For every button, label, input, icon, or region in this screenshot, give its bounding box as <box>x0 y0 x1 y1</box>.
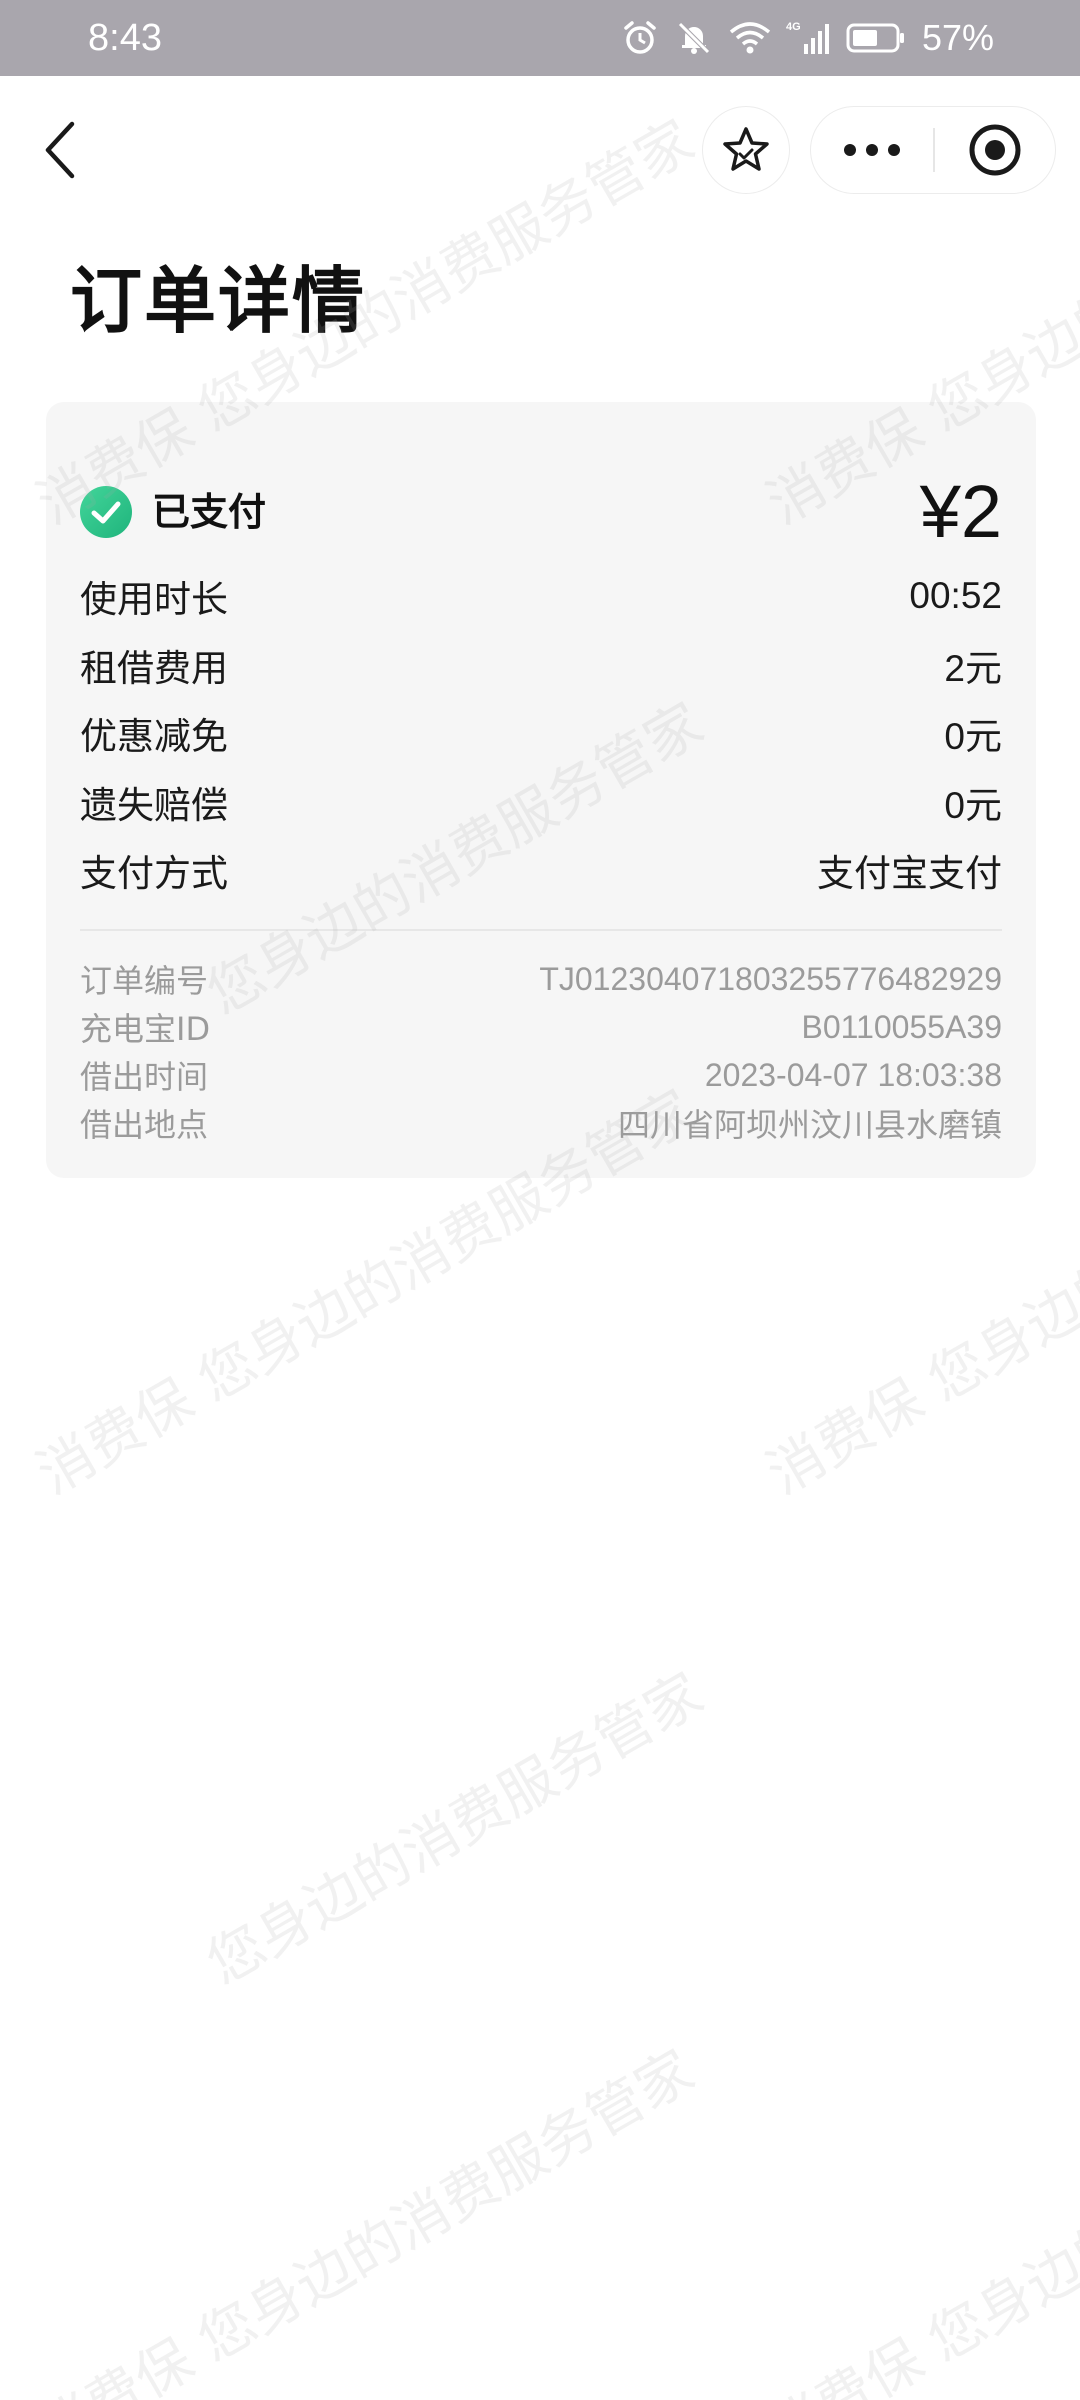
order-detail-list: 使用时长 00:52 租借费用 2元 优惠减免 0元 遗失赔偿 0元 支付方式 … <box>80 562 1002 905</box>
meta-label: 借出时间 <box>80 1058 209 1096</box>
cellular-signal-icon: 4G <box>786 18 832 58</box>
battery-percent: 57% <box>921 17 994 58</box>
meta-row-order-number: 订单编号 TJ01230407180325577648292​9 <box>80 955 1002 1003</box>
battery-icon <box>846 18 906 58</box>
detail-row-rental-fee: 租借费用 2元 <box>80 631 1002 700</box>
order-card: 已支付 ¥2 使用时长 00:52 租借费用 2元 优惠减免 0元 遗失赔偿 0… <box>46 402 1036 1178</box>
more-dots-icon <box>844 144 900 156</box>
payment-status-label: 已支付 <box>152 490 267 534</box>
nav-bar <box>0 76 1080 224</box>
order-meta-list: 订单编号 TJ01230407180325577648292​9 充电宝ID B… <box>80 955 1002 1147</box>
detail-label: 遗失赔偿 <box>80 783 228 827</box>
star-icon <box>723 127 769 171</box>
payment-status-row: 已支付 ¥2 <box>80 462 1002 562</box>
meta-row-rent-location: 借出地点 四川省阿坝州汶川县水磨镇 <box>80 1099 1002 1147</box>
favorite-button[interactable] <box>702 106 790 194</box>
status-time: 8:43 <box>88 17 162 59</box>
check-circle-icon <box>80 486 132 538</box>
detail-value: 2元 <box>944 647 1002 689</box>
mute-bell-icon <box>674 18 714 58</box>
powerbank-id-value: B0110055A39 <box>801 1008 1002 1045</box>
watermark-text: 您身边的消费服务管家 <box>196 1661 714 1998</box>
target-circle-icon <box>969 124 1021 176</box>
network-label: 4G <box>786 21 801 33</box>
detail-row-payment-method: 支付方式 支付宝支付 <box>80 836 1002 905</box>
card-divider <box>80 929 1002 931</box>
back-chevron-icon <box>45 121 75 179</box>
watermark-text: 消费保 您身边的消费服务管家 <box>26 2038 705 2400</box>
screen: 8:43 4G 57% 订单详情 已支付 ¥2 使用时长 00:52 租借费用 … <box>0 0 1080 2400</box>
meta-row-rent-time: 借出时间 2023-04-07 18:03:38 <box>80 1051 1002 1099</box>
more-button[interactable] <box>811 107 933 193</box>
rent-time-value: 2023-04-07 18:03:38 <box>704 1056 1002 1093</box>
status-bar: 8:43 4G 57% <box>0 0 1080 76</box>
close-mini-program-button[interactable] <box>935 107 1055 193</box>
detail-row-loss-compensation: 遗失赔偿 0元 <box>80 768 1002 837</box>
detail-value: 支付宝支付 <box>817 853 1002 895</box>
detail-row-discount: 优惠减免 0元 <box>80 699 1002 768</box>
alarm-icon <box>620 18 660 58</box>
detail-label: 使用时长 <box>80 578 228 622</box>
status-icons: 4G 57% <box>620 14 994 62</box>
back-button[interactable] <box>30 114 90 186</box>
meta-label: 订单编号 <box>80 962 209 1000</box>
page-title: 订单详情 <box>70 259 367 343</box>
detail-label: 优惠减免 <box>80 715 228 759</box>
meta-row-powerbank-id: 充电宝ID B0110055A39 <box>80 1003 1002 1051</box>
detail-value: 00:52 <box>909 575 1002 617</box>
detail-row-duration: 使用时长 00:52 <box>80 562 1002 631</box>
detail-label: 租借费用 <box>80 646 228 690</box>
wifi-icon <box>728 18 772 58</box>
meta-label: 借出地点 <box>80 1106 209 1144</box>
order-number-value[interactable]: TJ01230407180325577648292​9 <box>539 961 1002 998</box>
watermark-text: 消费保 您身边的消费服务管家 <box>756 2038 1080 2400</box>
order-amount: ¥2 <box>919 470 1002 553</box>
detail-value: 0元 <box>944 784 1002 826</box>
rent-location-value: 四川省阿坝州汶川县水磨镇 <box>617 1107 1002 1143</box>
mini-program-capsule <box>810 106 1056 194</box>
detail-value: 0元 <box>944 716 1002 758</box>
detail-label: 支付方式 <box>80 852 228 896</box>
meta-label: 充电宝ID <box>80 1010 211 1048</box>
watermark-layer: 消费保 您身边的消费服务管家 消费保 您身边的消费服务管家 您身边的消费服务管家… <box>0 0 1080 2400</box>
